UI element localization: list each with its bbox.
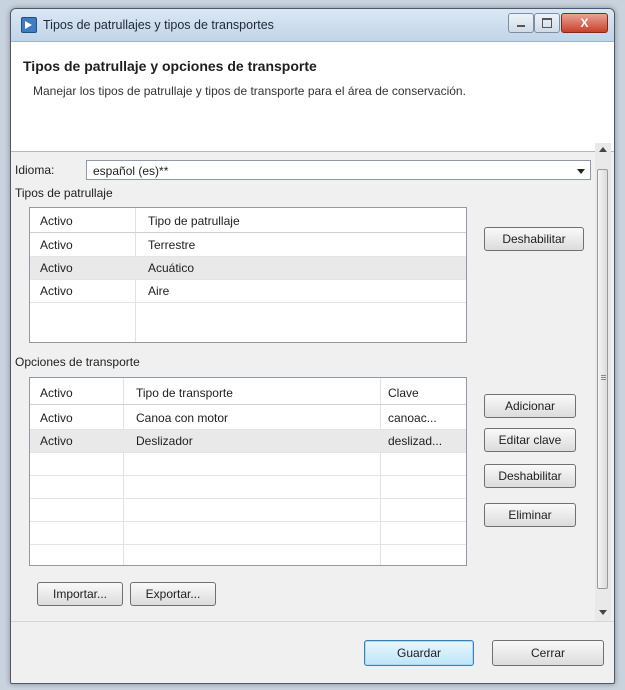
- vertical-scrollbar[interactable]: [595, 143, 611, 621]
- row-transport-type: Deslizador: [136, 434, 193, 448]
- table-row-empty: [30, 476, 466, 499]
- table-header-row: Activo Tipo de patrullaje: [30, 210, 466, 233]
- save-button[interactable]: Guardar: [364, 640, 474, 666]
- footer-divider: [11, 621, 614, 622]
- column-header-active[interactable]: Activo: [40, 210, 73, 232]
- table-row-empty: [30, 499, 466, 522]
- table-row[interactable]: Activo Acuático: [30, 257, 466, 280]
- disable-patrol-type-button[interactable]: Deshabilitar: [484, 227, 584, 251]
- table-row[interactable]: Activo Aire: [30, 280, 466, 303]
- table-row-empty: [30, 522, 466, 545]
- dialog-window: Tipos de patrullajes y tipos de transpor…: [10, 8, 615, 684]
- patrol-types-label: Tipos de patrullaje: [15, 186, 113, 200]
- row-transport-type: Canoa con motor: [136, 411, 229, 425]
- row-active: Activo: [40, 261, 73, 275]
- transport-options-table[interactable]: Activo Tipo de transporte Clave Activo C…: [29, 377, 467, 566]
- maximize-button[interactable]: [534, 13, 560, 33]
- row-key: deslizad...: [388, 434, 443, 448]
- import-button[interactable]: Importar...: [37, 582, 123, 606]
- export-button[interactable]: Exportar...: [130, 582, 216, 606]
- dialog-header: Tipos de patrullaje y opciones de transp…: [11, 42, 614, 152]
- window-title: Tipos de patrullajes y tipos de transpor…: [43, 18, 274, 32]
- row-active: Activo: [40, 434, 73, 448]
- column-header-active[interactable]: Activo: [40, 382, 73, 404]
- row-active: Activo: [40, 411, 73, 425]
- patrol-types-table[interactable]: Activo Tipo de patrullaje Activo Terrest…: [29, 207, 467, 343]
- column-header-patrol-type[interactable]: Tipo de patrullaje: [148, 210, 240, 232]
- add-transport-button[interactable]: Adicionar: [484, 394, 576, 418]
- language-select-value: español (es)**: [93, 164, 169, 178]
- disable-transport-button[interactable]: Deshabilitar: [484, 464, 576, 488]
- scroll-up-icon[interactable]: [599, 147, 607, 152]
- language-select[interactable]: español (es)**: [86, 160, 591, 180]
- row-active: Activo: [40, 238, 73, 252]
- table-row[interactable]: Activo Deslizador deslizad...: [30, 430, 466, 453]
- table-row[interactable]: Activo Canoa con motor canoac...: [30, 407, 466, 430]
- row-patrol-type: Acuático: [148, 261, 195, 275]
- column-header-key[interactable]: Clave: [388, 382, 462, 404]
- delete-transport-button[interactable]: Eliminar: [484, 503, 576, 527]
- scroll-down-icon[interactable]: [599, 610, 607, 615]
- close-window-button[interactable]: X: [561, 13, 608, 33]
- scrollbar-thumb[interactable]: [597, 169, 608, 589]
- title-bar: Tipos de patrullajes y tipos de transpor…: [11, 9, 614, 42]
- header-description: Manejar los tipos de patrullaje y tipos …: [33, 84, 466, 98]
- chevron-down-icon[interactable]: [577, 169, 585, 174]
- column-header-transport-type[interactable]: Tipo de transporte: [136, 382, 233, 404]
- table-row-empty: [30, 453, 466, 476]
- edit-key-button[interactable]: Editar clave: [484, 428, 576, 452]
- row-patrol-type: Terrestre: [148, 238, 196, 252]
- app-icon: [21, 17, 37, 33]
- language-label: Idioma:: [15, 163, 55, 177]
- row-patrol-type: Aire: [148, 284, 170, 298]
- header-title: Tipos de patrullaje y opciones de transp…: [23, 58, 317, 74]
- minimize-button[interactable]: [508, 13, 534, 33]
- row-key: canoac...: [388, 411, 437, 425]
- transport-options-label: Opciones de transporte: [15, 355, 140, 369]
- row-active: Activo: [40, 284, 73, 298]
- close-button[interactable]: Cerrar: [492, 640, 604, 666]
- table-row[interactable]: Activo Terrestre: [30, 234, 466, 257]
- table-header-row: Activo Tipo de transporte Clave: [30, 382, 466, 405]
